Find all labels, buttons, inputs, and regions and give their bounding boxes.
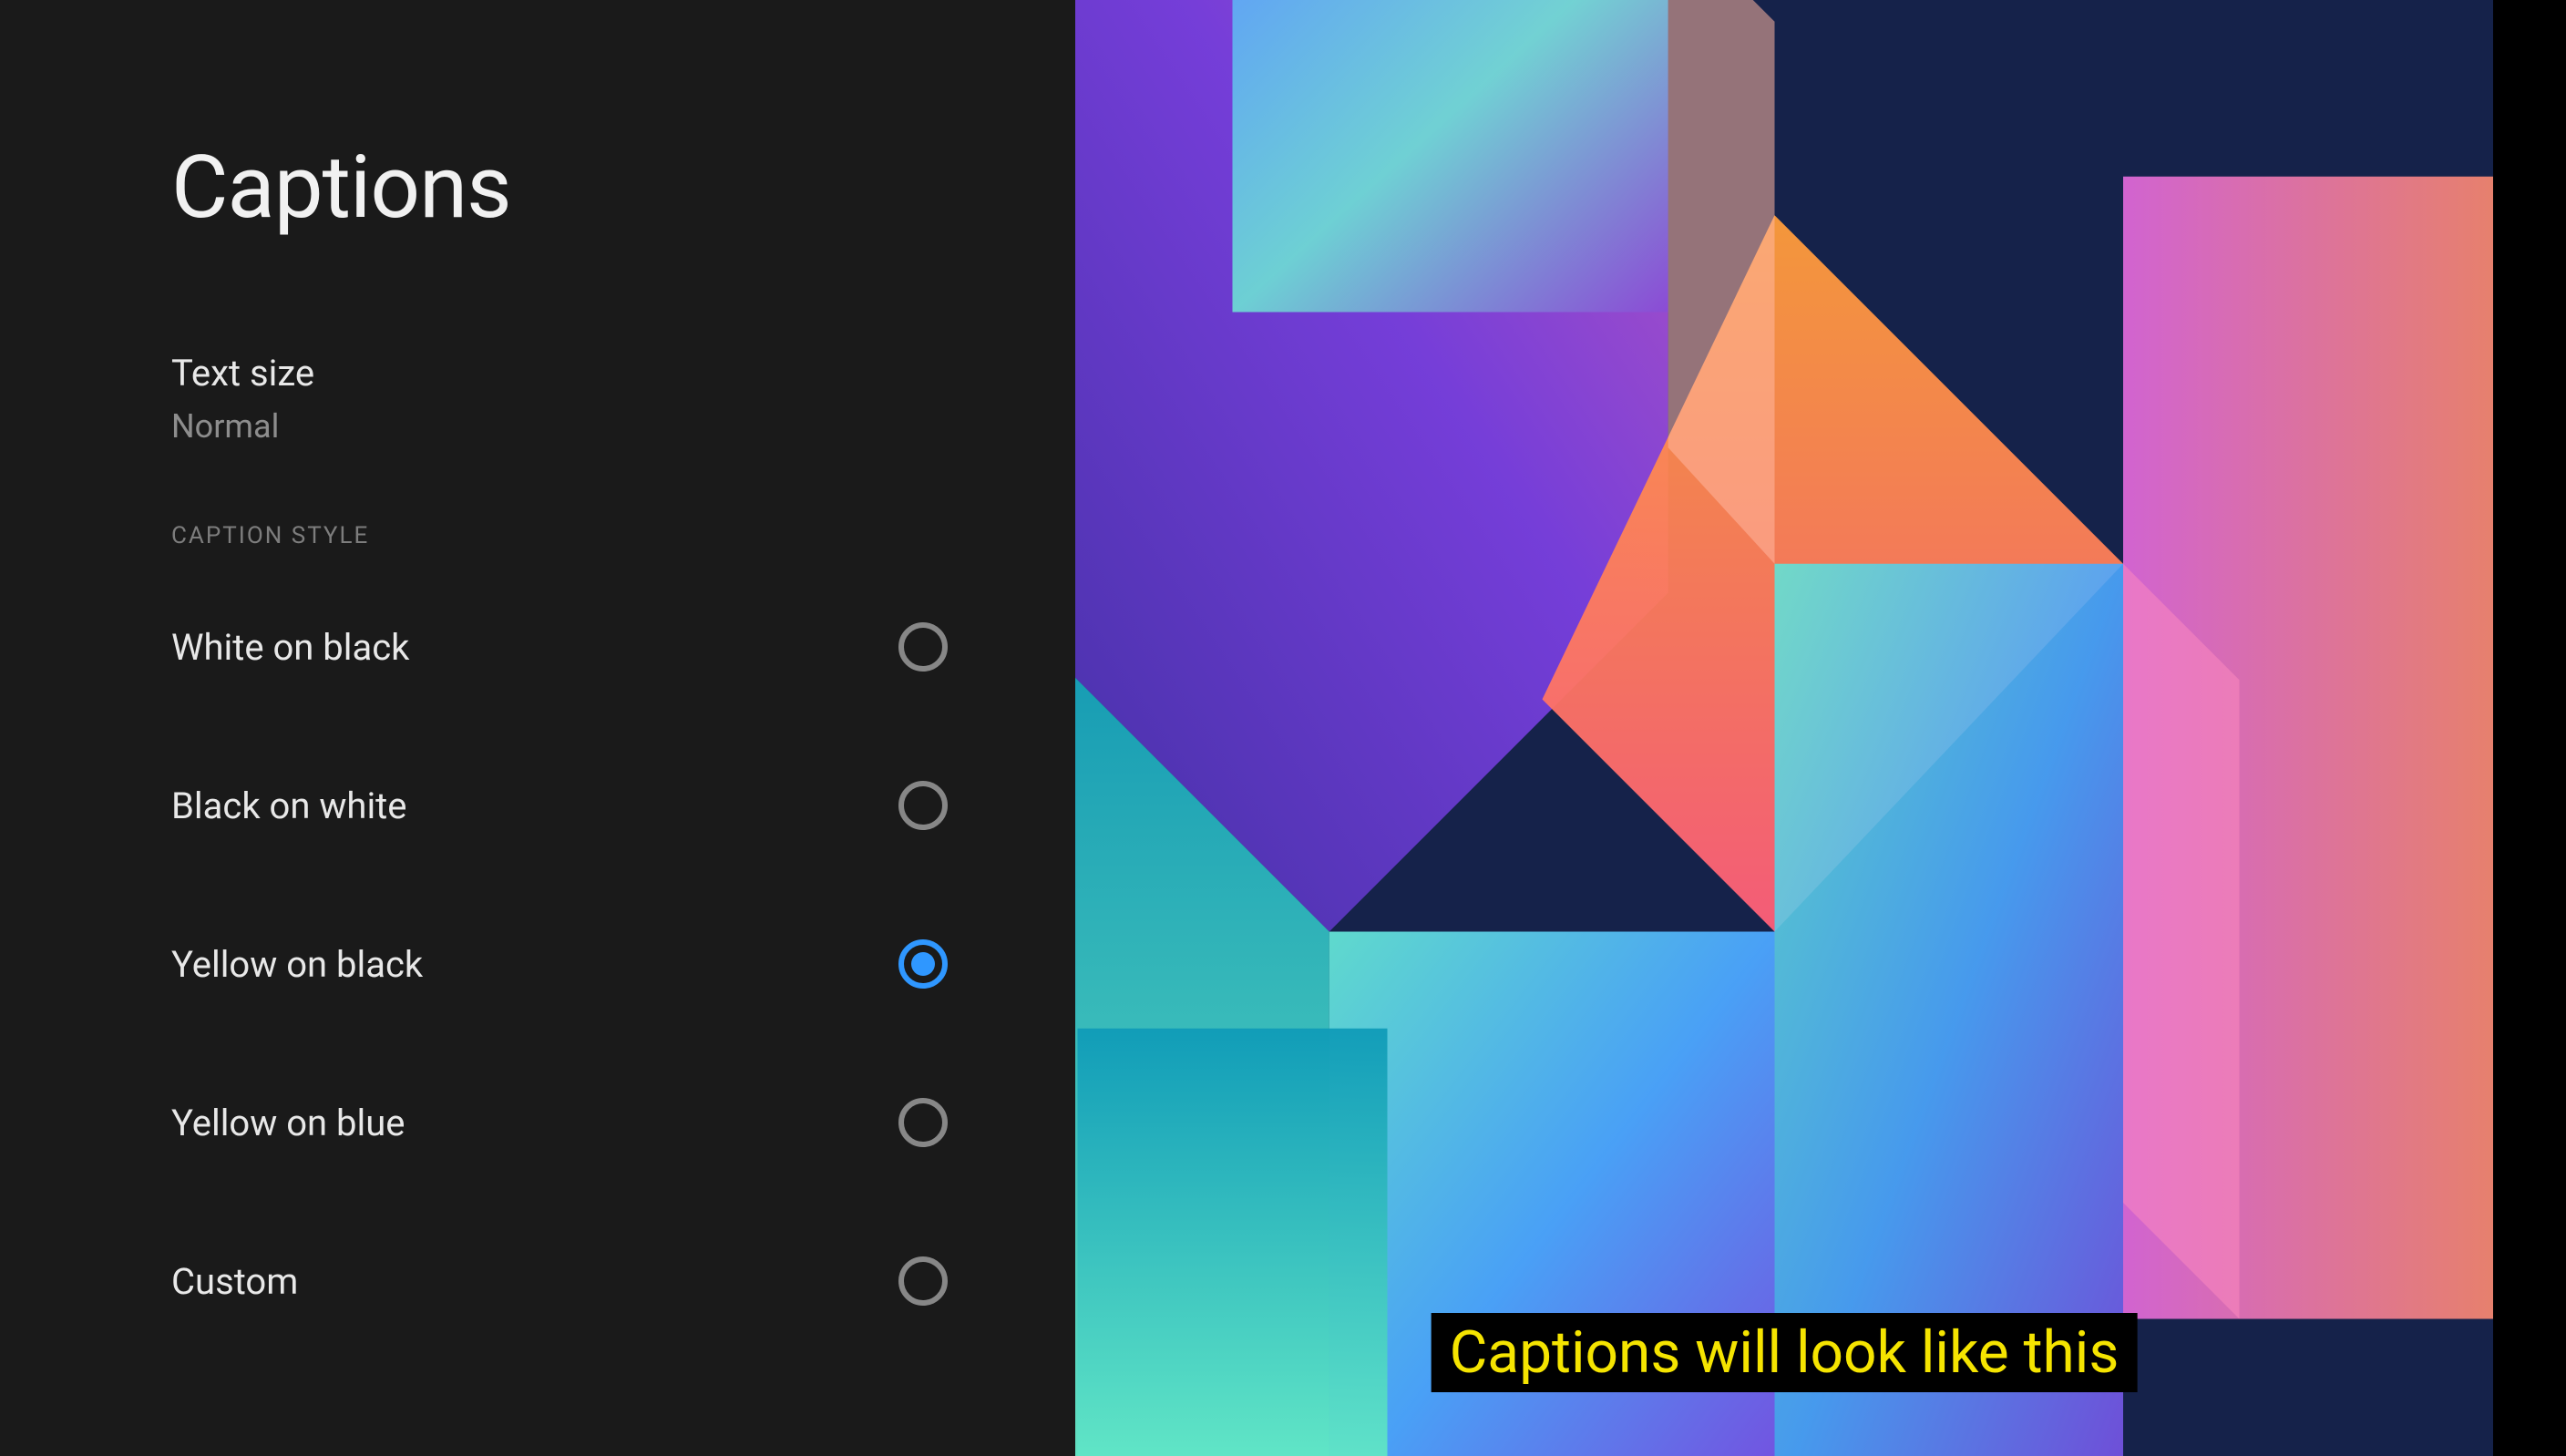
page-title: Captions [171, 137, 1075, 239]
text-size-value: Normal [171, 407, 314, 446]
style-label: Custom [171, 1260, 298, 1303]
style-custom[interactable]: Custom [171, 1202, 948, 1360]
caption-preview: Captions will look like this [1075, 0, 2493, 1456]
radio-icon[interactable] [898, 1098, 948, 1147]
style-white-on-black[interactable]: White on black [171, 568, 948, 726]
style-yellow-on-black[interactable]: Yellow on black [171, 885, 948, 1043]
preview-background-art [1075, 0, 2493, 1456]
settings-body: Default Text size Normal Caption style W… [171, 275, 1075, 1449]
style-label: Yellow on blue [171, 1102, 405, 1144]
caption-sample-text: Captions will look like this [1432, 1313, 2138, 1392]
style-label: Black on white [171, 784, 406, 827]
style-label: White on black [171, 626, 409, 669]
style-yellow-on-blue[interactable]: Yellow on blue [171, 1043, 948, 1202]
radio-icon[interactable] [898, 781, 948, 830]
right-letterbox [2493, 0, 2566, 1456]
radio-icon[interactable] [898, 939, 948, 989]
radio-icon[interactable] [898, 1256, 948, 1306]
caption-style-header: Caption style [171, 477, 948, 568]
settings-scroll[interactable]: Default Text size Normal Caption style W… [171, 275, 948, 1360]
text-size-row[interactable]: Text size Normal [171, 321, 948, 477]
style-black-on-white[interactable]: Black on white [171, 726, 948, 885]
style-label: Yellow on black [171, 943, 423, 986]
scroll-clip [171, 275, 1075, 293]
radio-icon[interactable] [898, 622, 948, 672]
settings-panel: Captions Default Text size Normal Captio… [0, 0, 1075, 1456]
text-size-label: Text size [171, 352, 314, 395]
